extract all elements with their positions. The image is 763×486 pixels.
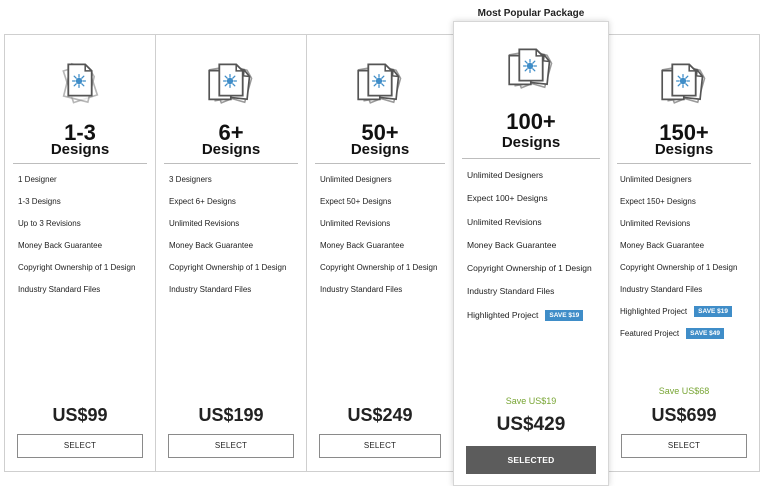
feature-item: 1-3 Designs — [18, 197, 61, 206]
plan-card-50plus: 50+ Designs Unlimited Designers Expect 5… — [306, 34, 454, 472]
feature-item: Expect 150+ Designs — [620, 197, 696, 206]
select-button[interactable]: SELECT — [168, 434, 294, 458]
selected-button[interactable]: SELECTED — [466, 446, 596, 474]
feature-item: Copyright Ownership of 1 Design — [320, 263, 438, 272]
feature-item: Industry Standard Files — [169, 285, 252, 294]
feature-item: Money Back Guarantee — [620, 241, 705, 250]
feature-item: Industry Standard Files — [620, 285, 703, 294]
feature-label: Highlighted Project — [467, 309, 539, 320]
feature-list: Unlimited Designers Expect 50+ Designs U… — [320, 174, 447, 306]
feature-item: Money Back Guarantee — [169, 241, 254, 250]
design-stack-icon — [508, 48, 555, 89]
plan-price: US$249 — [347, 405, 413, 425]
save-badge: SAVE $19 — [545, 309, 584, 321]
feature-item: Industry Standard Files — [320, 285, 403, 294]
plan-price: US$699 — [651, 405, 717, 425]
feature-item: Industry Standard Files — [467, 286, 555, 297]
feature-item: Money Back Guarantee — [320, 241, 405, 250]
feature-item: Highlighted Project SAVE $19 — [620, 306, 753, 328]
feature-label: Highlighted Project — [620, 307, 688, 316]
feature-item: Money Back Guarantee — [467, 239, 557, 250]
feature-item: Featured Project SAVE $49 — [620, 328, 753, 350]
feature-item: Unlimited Designers — [320, 175, 392, 184]
design-stack-icon — [661, 63, 708, 104]
select-button[interactable]: SELECT — [319, 434, 441, 458]
feature-item: 3 Designers — [169, 175, 212, 184]
divider — [315, 163, 445, 164]
plan-price: US$99 — [52, 405, 108, 425]
plan-card-150plus: 150+ Designs Unlimited Designers Expect … — [608, 34, 760, 472]
feature-label: Featured Project — [620, 329, 680, 338]
plan-unit: Designs — [201, 141, 261, 158]
feature-item: Industry Standard Files — [18, 285, 101, 294]
feature-item: Money Back Guarantee — [18, 241, 103, 250]
most-popular-label: Most Popular Package — [477, 8, 585, 19]
feature-list: Unlimited Designers Expect 150+ Designs … — [620, 174, 753, 350]
single-design-icon — [62, 62, 99, 104]
feature-item: Unlimited Revisions — [467, 216, 542, 227]
feature-item: Expect 6+ Designs — [169, 197, 236, 206]
select-button[interactable]: SELECT — [621, 434, 747, 458]
plan-price: US$199 — [198, 405, 264, 425]
divider — [164, 163, 298, 164]
feature-item: Expect 50+ Designs — [320, 197, 392, 206]
feature-item: Copyright Ownership of 1 Design — [467, 263, 592, 274]
feature-item: Highlighted Project SAVE $19 — [467, 309, 602, 332]
feature-item: 1 Designer — [18, 175, 57, 184]
feature-item: Unlimited Revisions — [169, 219, 240, 228]
feature-item: Unlimited Designers — [467, 170, 544, 180]
feature-item: Copyright Ownership of 1 Design — [169, 263, 287, 272]
feature-item: Unlimited Revisions — [320, 219, 391, 228]
design-stack-icon — [208, 63, 255, 104]
feature-item: Copyright Ownership of 1 Design — [18, 263, 136, 272]
divider — [462, 158, 600, 159]
feature-list: Unlimited Designers Expect 100+ Designs … — [467, 169, 602, 332]
savings-text: Save US$19 — [505, 396, 557, 406]
feature-item: Up to 3 Revisions — [18, 219, 81, 228]
plan-card-1-3: 1-3 Designs 1 Designer 1-3 Designs Up to… — [4, 34, 156, 472]
savings-text: Save US$68 — [658, 386, 710, 396]
plan-quantity: 100+ — [506, 109, 556, 134]
save-badge: SAVE $19 — [694, 306, 733, 317]
feature-item: Unlimited Designers — [620, 175, 692, 184]
design-stack-icon — [357, 63, 404, 104]
plan-card-6plus: 6+ Designs 3 Designers Expect 6+ Designs… — [155, 34, 307, 472]
plan-unit: Designs — [350, 141, 410, 158]
plan-unit: Designs — [50, 141, 110, 158]
feature-item: Expect 100+ Designs — [467, 193, 548, 204]
feature-list: 1 Designer 1-3 Designs Up to 3 Revisions… — [18, 174, 149, 306]
feature-list: 3 Designers Expect 6+ Designs Unlimited … — [169, 174, 300, 306]
plan-card-100plus: 100+ Designs Unlimited Designers Expect … — [453, 21, 609, 486]
save-badge: SAVE $49 — [686, 328, 725, 339]
divider — [617, 163, 751, 164]
feature-item: Copyright Ownership of 1 Design — [620, 263, 738, 272]
plan-unit: Designs — [654, 141, 714, 158]
divider — [13, 163, 147, 164]
select-button[interactable]: SELECT — [17, 434, 143, 458]
feature-item: Unlimited Revisions — [620, 219, 691, 228]
plan-unit: Designs — [501, 134, 561, 151]
plan-price: US$429 — [496, 414, 566, 435]
